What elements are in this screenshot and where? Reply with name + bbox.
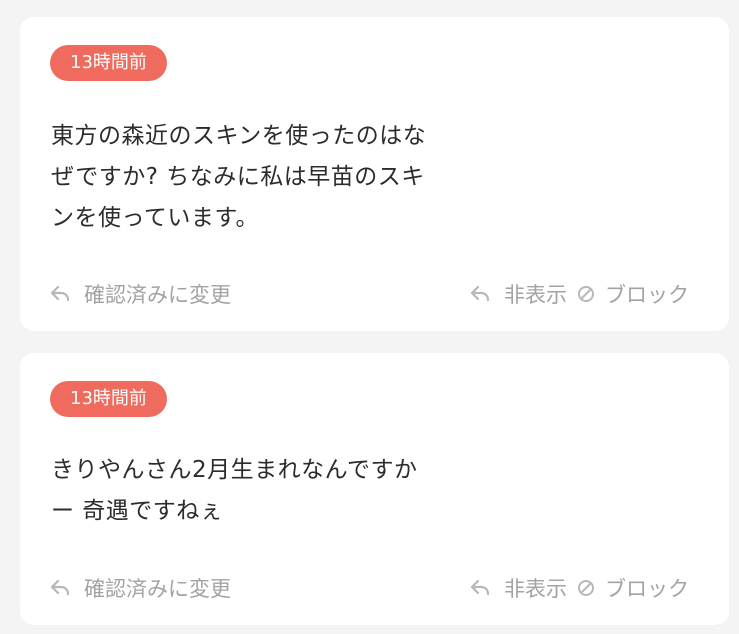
- question-card: 13時間前 東方の森近のスキンを使ったのはな ぜですか? ちなみに私は早苗のスキ…: [20, 17, 729, 331]
- question-line: ンを使っています。: [51, 205, 260, 231]
- question-line: 東方の森近のスキンを使ったのはな: [51, 123, 427, 149]
- prohibited-icon: [577, 579, 595, 597]
- hide-button[interactable]: 非表示: [470, 279, 567, 309]
- block-label: ブロック: [605, 577, 689, 601]
- block-button[interactable]: ブロック: [567, 279, 689, 309]
- prohibited-icon: [577, 285, 595, 303]
- hide-label: 非表示: [504, 283, 567, 307]
- reply-icon: [470, 579, 490, 597]
- question-card: 13時間前 きりやんさん2月生まれなんですか ー 奇遇ですねぇ 確認済みに変更 …: [20, 353, 729, 625]
- hide-label: 非表示: [504, 577, 567, 601]
- reply-icon: [50, 579, 70, 597]
- time-badge: 13時間前: [50, 45, 167, 81]
- block-label: ブロック: [605, 283, 689, 307]
- card-actions: 確認済みに変更 非表示 ブロック: [50, 279, 689, 309]
- mark-confirmed-label: 確認済みに変更: [84, 577, 231, 601]
- mark-confirmed-button[interactable]: 確認済みに変更: [50, 279, 231, 309]
- reply-icon: [50, 285, 70, 303]
- question-line: ぜですか? ちなみに私は早苗のスキ: [51, 164, 425, 190]
- question-line: きりやんさん2月生まれなんですか: [51, 457, 418, 483]
- time-badge: 13時間前: [50, 381, 167, 417]
- question-text: 東方の森近のスキンを使ったのはな ぜですか? ちなみに私は早苗のスキ ンを使って…: [51, 116, 511, 239]
- hide-button[interactable]: 非表示: [470, 573, 567, 603]
- mark-confirmed-button[interactable]: 確認済みに変更: [50, 573, 231, 603]
- question-text: きりやんさん2月生まれなんですか ー 奇遇ですねぇ: [51, 450, 496, 532]
- block-button[interactable]: ブロック: [567, 573, 689, 603]
- reply-icon: [470, 285, 490, 303]
- card-actions: 確認済みに変更 非表示 ブロック: [50, 573, 689, 603]
- mark-confirmed-label: 確認済みに変更: [84, 283, 231, 307]
- question-line: ー 奇遇ですねぇ: [51, 498, 224, 524]
